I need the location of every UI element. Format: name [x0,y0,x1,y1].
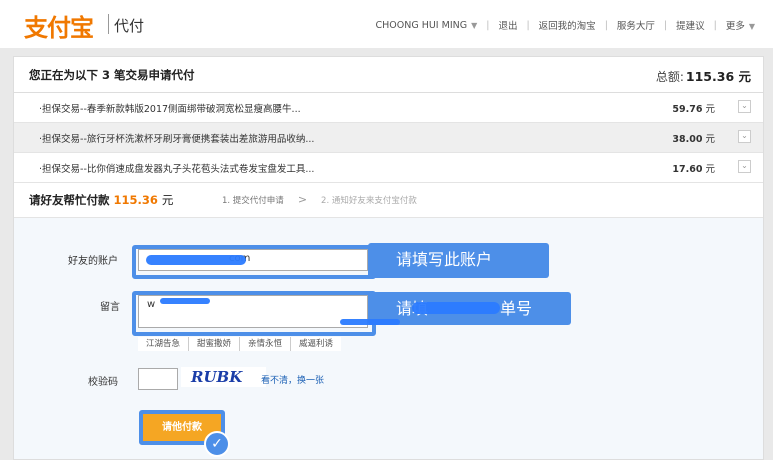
request-text: 请好友帮忙付款 [29,193,110,207]
back-taobao-link[interactable]: 返回我的淘宝 [539,18,596,32]
message-label: 留言 [100,302,120,313]
summary-title: 您正在为以下 3 笔交易申请代付 [29,68,195,82]
message-templates: 江湖告急 甜蜜撒娇 亲情永恒 威逼利诱 [138,337,342,351]
order-title[interactable]: ·担保交易--旅行牙杯洗漱杯牙刷牙膏便携套装出差旅游用品收纳... [39,131,314,145]
user-name: CHOONG HUI MING [375,19,468,31]
redaction-scribble [412,302,500,314]
chevron-down-icon: ▼ [471,20,478,30]
template-tag[interactable]: 威逼利诱 [291,337,342,351]
captcha-label: 校验码 [88,377,118,388]
message-value: w [147,299,156,310]
order-amount-unit: 元 [705,164,715,175]
order-title[interactable]: ·担保交易--春季新款韩版2017侧面绑带破洞宽松显瘦高腰牛... [39,101,301,115]
more-label: 更多 [725,21,745,32]
order-amount-unit: 元 [705,104,715,115]
total-label: 总额: [655,70,684,84]
redaction-scribble [160,298,210,304]
request-form: 好友的账户 com 请填写此账户 留言 w 请填单号 江湖告急 甜蜜撒娇 亲情永… [14,218,763,459]
request-amount: 115.36 [113,193,158,207]
chevron-down-icon[interactable]: ⌄ [738,130,751,143]
request-unit: 元 [161,193,174,207]
template-tag[interactable]: 亲情永恒 [240,337,292,351]
order-row: ·担保交易--旅行牙杯洗漱杯牙刷牙膏便携套装出差旅游用品收纳... 38.00 … [14,123,763,153]
order-amount: 38.00 元 [672,131,715,145]
order-amount-value: 59.76 [672,104,703,115]
message-tip-tail: 单号 [500,299,533,318]
logout-link[interactable]: 退出 [498,18,517,32]
check-icon: ✓ [204,431,230,457]
step-2: 2. 通知好友来支付宝付款 [321,195,417,206]
redaction-scribble [146,255,246,265]
summary-header: 您正在为以下 3 笔交易申请代付 总额: 115.36 元 [14,57,763,93]
chevron-down-icon: ▼ [748,22,755,31]
order-amount-unit: 元 [705,134,715,145]
nav-divider: | [526,19,530,31]
nav-divider: | [604,19,608,31]
total-amount: 总额: 115.36 元 [656,66,751,85]
template-tag[interactable]: 江湖告急 [138,337,190,351]
suggest-link[interactable]: 提建议 [676,18,705,32]
top-bar: 支付宝 代付 CHOONG HUI MING ▼ | 退出 | 返回我的淘宝 | … [0,0,773,48]
order-title[interactable]: ·担保交易--比你俏速成盘发器丸子头花苞头法式卷发宝盘发工具... [39,161,314,175]
step-indicator: 1. 提交代付申请 > 2. 通知好友来支付宝付款 [222,193,417,206]
step-1: 1. 提交代付申请 [222,195,284,206]
captcha-input[interactable] [138,368,178,390]
captcha-image[interactable]: RUBK [181,367,266,387]
user-menu[interactable]: CHOONG HUI MING ▼ [375,20,477,31]
request-label: 请好友帮忙付款 115.36 元 [29,192,173,208]
order-row: ·担保交易--比你俏速成盘发器丸子头花苞头法式卷发宝盘发工具... 17.60 … [14,153,763,183]
request-bar: 请好友帮忙付款 115.36 元 1. 提交代付申请 > 2. 通知好友来支付宝… [14,182,763,218]
order-amount: 17.60 元 [672,161,715,175]
page-product-name: 代付 [114,17,145,35]
nav-divider: | [663,19,668,31]
nav-divider: | [486,19,490,31]
order-amount: 59.76 元 [672,101,715,115]
friend-account-tip: 请填写此账户 [368,243,549,278]
top-nav: CHOONG HUI MING ▼ | 退出 | 返回我的淘宝 | 服务大厅 | … [375,18,755,33]
alipay-logo[interactable]: 支付宝 [24,8,94,43]
step-arrow-icon: > [297,193,308,206]
order-amount-value: 38.00 [672,134,703,145]
order-amount-value: 17.60 [672,164,703,175]
chevron-down-icon[interactable]: ⌄ [738,100,751,113]
logo-divider [108,14,109,34]
captcha-refresh-link[interactable]: 看不清，换一张 [261,373,324,386]
nav-divider: | [713,19,717,31]
order-row: ·担保交易--春季新款韩版2017侧面绑带破洞宽松显瘦高腰牛... 59.76 … [14,93,763,123]
total-value: 115.36 元 [685,69,751,84]
chevron-down-icon[interactable]: ⌄ [738,160,751,173]
more-menu[interactable]: 更多 ▼ [726,18,755,32]
template-tag[interactable]: 甜蜜撒娇 [189,337,241,351]
friend-account-label: 好友的账户 [68,256,118,267]
payment-card: 您正在为以下 3 笔交易申请代付 总额: 115.36 元 ·担保交易--春季新款… [13,56,764,460]
service-hall-link[interactable]: 服务大厅 [617,18,655,32]
redaction-scribble [340,319,400,325]
